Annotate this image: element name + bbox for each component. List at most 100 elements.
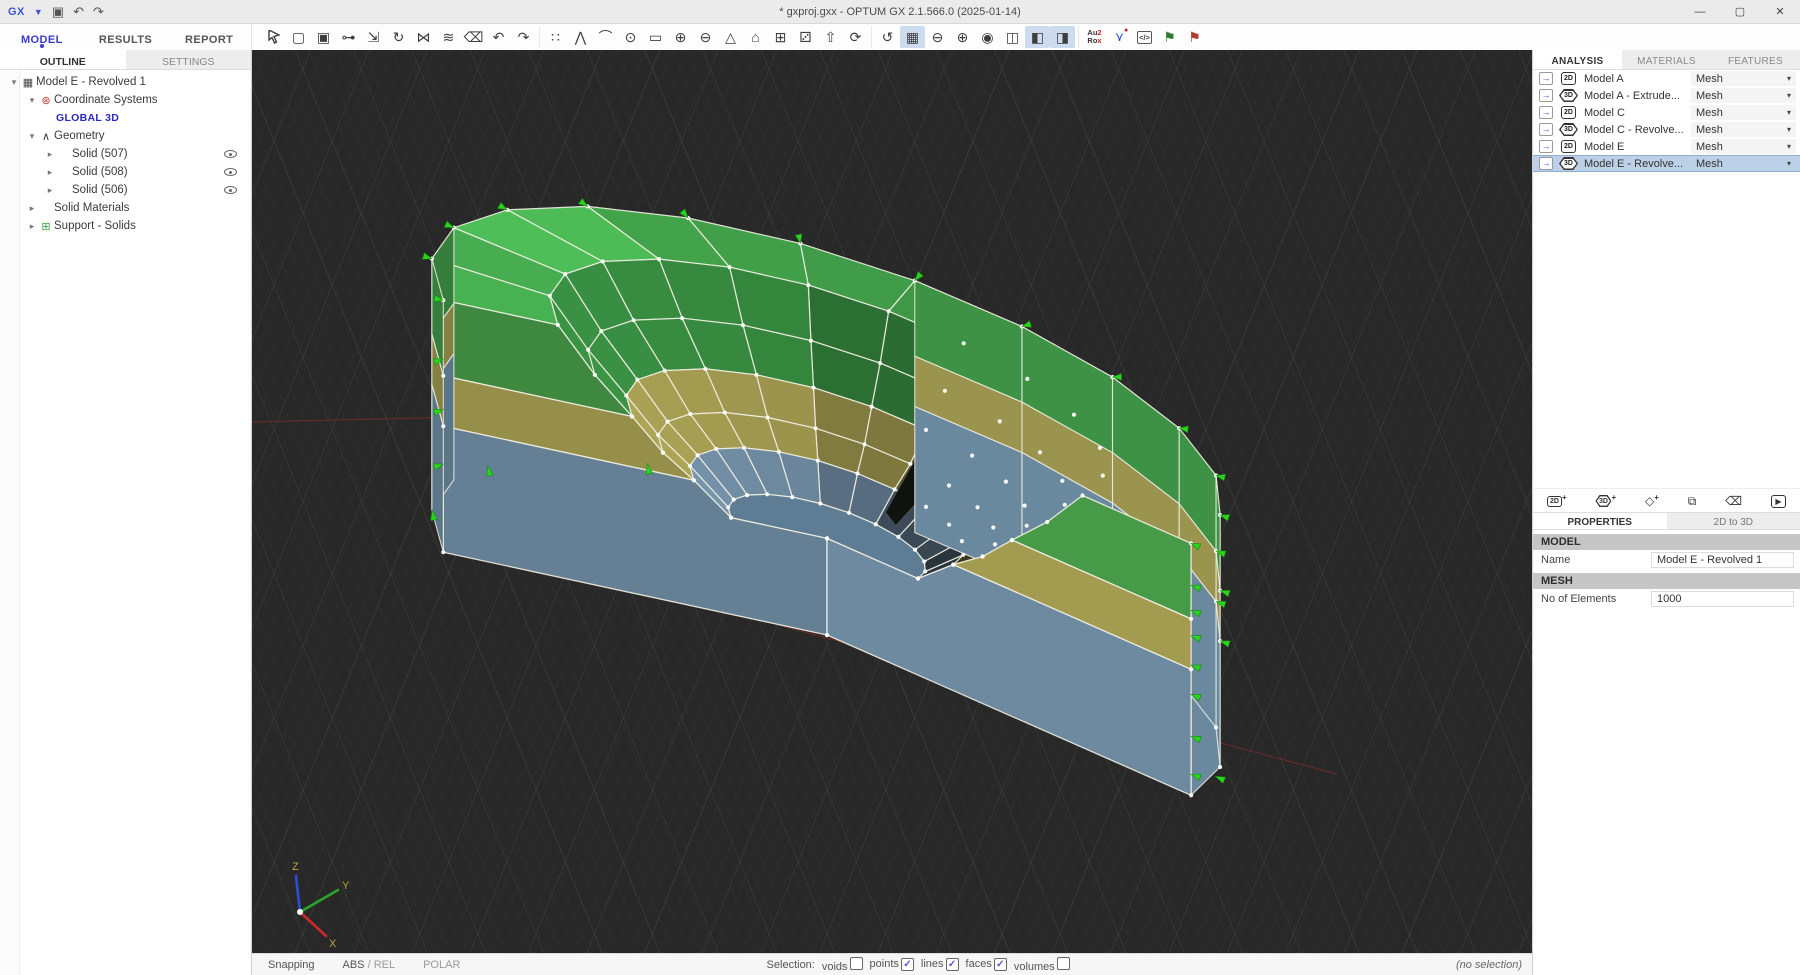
select-overlap-button[interactable]: ▣ xyxy=(311,26,336,48)
delete-tool-button[interactable]: ⌫ xyxy=(461,26,486,48)
checkbox-lines-checked[interactable]: ✓ xyxy=(946,958,959,971)
tree-item-global-3d[interactable]: GLOBAL 3D xyxy=(0,109,251,127)
rotate-transform-button[interactable]: ↻ xyxy=(386,26,411,48)
open-model-button[interactable]: → xyxy=(1539,89,1553,102)
tree-item-coordinate-systems[interactable]: ▾⊛Coordinate Systems xyxy=(0,91,251,109)
mesh-dropdown[interactable]: Mesh▾ xyxy=(1691,105,1796,120)
tab-settings[interactable]: SETTINGS xyxy=(126,50,252,69)
open-model-button[interactable]: → xyxy=(1539,140,1553,153)
mesh-dropdown[interactable]: Mesh▾ xyxy=(1691,139,1796,154)
redo-tool-button[interactable]: ↷ xyxy=(511,26,536,48)
delete-model-button[interactable]: ⌫ xyxy=(1725,493,1742,509)
circle-tool-button[interactable]: ⊙ xyxy=(618,26,643,48)
sphere-tool-button[interactable]: ⊕ xyxy=(668,26,693,48)
sweep-transform-button[interactable]: ≋ xyxy=(436,26,461,48)
au2rox-button[interactable]: Au2Rox xyxy=(1082,26,1107,48)
mesh-dropdown[interactable]: Mesh▾ xyxy=(1691,88,1796,103)
marquee-select-button[interactable]: ▢ xyxy=(286,26,311,48)
tree-item-model-e-revolved-1[interactable]: ▾▦Model E - Revolved 1 xyxy=(0,73,251,91)
feature-flag-b-button[interactable]: ⚑ xyxy=(1182,26,1207,48)
expand-chevron-icon[interactable]: ▸ xyxy=(44,167,56,178)
property-value[interactable]: Model E - Revolved 1 xyxy=(1651,552,1794,568)
polyline-tool-button[interactable]: ⋀ xyxy=(568,26,593,48)
minimize-button[interactable]: — xyxy=(1680,0,1720,23)
tab-2d-to-3d[interactable]: 2D to 3D xyxy=(1667,513,1800,529)
checkbox-volumes-unchecked[interactable] xyxy=(1057,957,1070,970)
point-tool-button[interactable]: ∷ xyxy=(543,26,568,48)
run-analysis-button[interactable]: ▶ xyxy=(1771,493,1786,509)
add-2d-model-button[interactable]: 2D+ xyxy=(1547,493,1567,509)
maximize-button[interactable]: ▢ xyxy=(1720,0,1760,23)
expand-chevron-icon[interactable]: ▸ xyxy=(26,203,38,214)
close-button[interactable]: ✕ xyxy=(1760,0,1800,23)
duplicate-model-button[interactable]: ⧉ xyxy=(1688,493,1697,509)
snapping-toggle[interactable]: Snapping xyxy=(268,959,315,971)
flow-lines-button[interactable]: ⋎● xyxy=(1107,26,1132,48)
cone-tool-button[interactable]: △ xyxy=(718,26,743,48)
tab-analysis[interactable]: ANALYSIS xyxy=(1533,50,1622,69)
zoom-in-button[interactable]: ⊕ xyxy=(950,26,975,48)
tab-outline[interactable]: OUTLINE xyxy=(0,50,126,69)
tab-model[interactable]: MODEL xyxy=(0,24,84,50)
model-row-model-a-extrude-[interactable]: →3DModel A - Extrude...Mesh▾ xyxy=(1533,87,1800,104)
code-editor-button[interactable]: </> xyxy=(1132,26,1157,48)
tree-item-solid-507-[interactable]: ▸Solid (507) xyxy=(0,145,251,163)
open-model-button[interactable]: → xyxy=(1539,157,1553,170)
model-row-model-a[interactable]: →2DModel AMesh▾ xyxy=(1533,70,1800,87)
collapse-chevron-icon[interactable]: ▾ xyxy=(26,95,38,106)
collapse-chevron-icon[interactable]: ▾ xyxy=(8,77,20,88)
checkbox-faces-checked[interactable]: ✓ xyxy=(994,958,1007,971)
open-model-button[interactable]: → xyxy=(1539,123,1553,136)
selection-filter-voids[interactable]: voids xyxy=(822,957,863,973)
polyhedron-tool-button[interactable]: ⚂ xyxy=(793,26,818,48)
feature-flag-a-button[interactable]: ⚑ xyxy=(1157,26,1182,48)
polar-toggle[interactable]: POLAR xyxy=(423,959,460,971)
tab-report[interactable]: REPORT xyxy=(167,24,251,50)
add-3d-model-button[interactable]: 3D+ xyxy=(1595,493,1616,509)
mirror-transform-button[interactable]: ⋈ xyxy=(411,26,436,48)
model-row-model-e[interactable]: →2DModel EMesh▾ xyxy=(1533,138,1800,155)
scene-3d-canvas[interactable]: ZYX xyxy=(252,50,1532,953)
revolve-tool-button[interactable]: ⟳ xyxy=(843,26,868,48)
tree-item-geometry[interactable]: ▾∧Geometry xyxy=(0,127,251,145)
checkbox-points-checked[interactable]: ✓ xyxy=(901,958,914,971)
visibility-eye-icon[interactable] xyxy=(224,186,237,194)
model-row-model-e-revolve-[interactable]: →3DModel E - Revolve...Mesh▾ xyxy=(1533,155,1800,172)
orbit-view-button[interactable]: ↺ xyxy=(875,26,900,48)
expand-chevron-icon[interactable]: ▸ xyxy=(44,149,56,160)
undo-tool-button[interactable]: ↶ xyxy=(486,26,511,48)
property-value[interactable]: 1000 xyxy=(1651,591,1794,607)
zoom-out-button[interactable]: ⊖ xyxy=(925,26,950,48)
tab-properties[interactable]: PROPERTIES xyxy=(1533,513,1667,529)
mesh-dropdown[interactable]: Mesh▾ xyxy=(1691,71,1796,86)
visibility-eye-icon[interactable] xyxy=(224,168,237,176)
grid-toggle-button[interactable]: ▦ xyxy=(900,26,925,48)
tree-item-solid-materials[interactable]: ▸Solid Materials xyxy=(0,199,251,217)
add-stage-button[interactable]: ◇+ xyxy=(1645,493,1659,509)
expand-chevron-icon[interactable]: ▸ xyxy=(26,221,38,232)
expand-chevron-icon[interactable]: ▸ xyxy=(44,185,56,196)
tree-item-support-solids[interactable]: ▸⊞Support - Solids xyxy=(0,217,251,235)
select-pointer-button[interactable] xyxy=(261,26,286,48)
box-tool-button[interactable]: ⌂ xyxy=(743,26,768,48)
open-model-button[interactable]: → xyxy=(1539,106,1553,119)
collapse-chevron-icon[interactable]: ▾ xyxy=(26,131,38,142)
tree-item-solid-506-[interactable]: ▸Solid (506) xyxy=(0,181,251,199)
zoom-fit-button[interactable]: ◉ xyxy=(975,26,1000,48)
abs-rel-toggle[interactable]: ABS / REL xyxy=(343,959,396,971)
extrude-tool-button[interactable]: ⇧ xyxy=(818,26,843,48)
model-row-model-c-revolve-[interactable]: →3DModel C - Revolve...Mesh▾ xyxy=(1533,121,1800,138)
view-cube-button[interactable]: ◫ xyxy=(1000,26,1025,48)
tree-item-solid-508-[interactable]: ▸Solid (508) xyxy=(0,163,251,181)
selection-filter-faces[interactable]: faces✓ xyxy=(966,958,1007,971)
selection-filter-volumes[interactable]: volumes xyxy=(1014,957,1070,973)
checkbox-voids-unchecked[interactable] xyxy=(850,957,863,970)
mesh-dropdown[interactable]: Mesh▾ xyxy=(1691,156,1796,171)
hemisphere-tool-button[interactable]: ⊖ xyxy=(693,26,718,48)
model-row-model-c[interactable]: →2DModel CMesh▾ xyxy=(1533,104,1800,121)
mesh-dropdown[interactable]: Mesh▾ xyxy=(1691,122,1796,137)
box-array-tool-button[interactable]: ⊞ xyxy=(768,26,793,48)
tab-materials[interactable]: MATERIALS xyxy=(1622,50,1711,69)
selection-filter-lines[interactable]: lines✓ xyxy=(921,958,959,971)
tab-results[interactable]: RESULTS xyxy=(84,24,168,50)
